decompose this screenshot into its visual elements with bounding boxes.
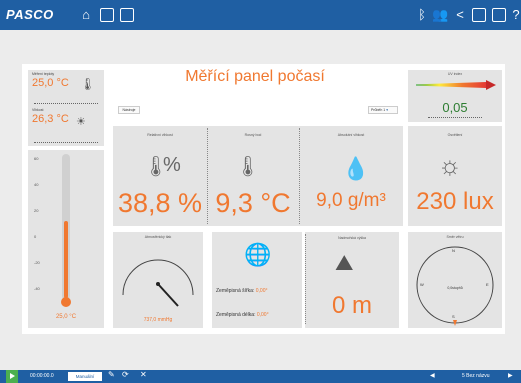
temp-value: 25,0 °C xyxy=(32,77,69,89)
abs-humidity-value: 9,0 g/m³ xyxy=(316,190,386,211)
home-icon[interactable]: ⌂ xyxy=(78,6,94,24)
dewpoint-icon: 🌡 xyxy=(235,156,261,178)
hum-label: Vlhkost xyxy=(32,108,44,112)
droplet-icon: 💧 xyxy=(342,156,370,181)
prev-page-icon[interactable]: ◀ xyxy=(430,372,435,379)
latitude-label: Zeměpisná šířka: xyxy=(216,288,255,294)
page-name: 5 Bez názvu xyxy=(462,373,490,379)
thermometer-value: 25,0 °C xyxy=(55,314,77,320)
pressure-gauge xyxy=(122,259,194,307)
document-icon[interactable] xyxy=(472,8,486,22)
percent-droplet-icon: % xyxy=(163,154,181,176)
divider xyxy=(34,103,98,104)
temperature-humidity-panel: Měření teploty 25,0 °C 🌡 Vlhkost 26,3 °C… xyxy=(28,70,104,146)
latitude-value: 0,00° xyxy=(255,288,268,294)
compass-ring xyxy=(416,246,494,324)
sun-icon: ☼ xyxy=(438,150,462,180)
gauge-hub xyxy=(156,282,160,286)
tools-button[interactable]: Nástroje xyxy=(118,106,140,114)
compass-heading-label: 0,0stupňů xyxy=(447,286,463,290)
thermometer-panel: 60 40 20 0 -20 -40 25,0 °C xyxy=(28,150,104,328)
uv-arrow-icon xyxy=(486,80,496,90)
play-icon xyxy=(10,373,15,379)
thermometer-tick-label: 20 xyxy=(34,208,39,213)
pressure-panel: Atmosférický tlak 737,0 mmHg xyxy=(113,232,203,328)
longitude-label: Zeměpisná délka: xyxy=(216,312,256,318)
hum-value: 26,3 °C xyxy=(32,113,69,125)
chevron-down-icon: ▾ xyxy=(386,108,388,112)
divider xyxy=(34,142,98,143)
globe-icon: 🌐 xyxy=(244,242,272,267)
app-logo: PASCO xyxy=(6,7,54,22)
wind-direction-panel: Směr větru N S W E 0,0stupňů xyxy=(408,232,502,328)
top-toolbar: PASCO ⌂ ᛒ 👥 < ? xyxy=(0,0,521,30)
thermometer-tick-label: 0 xyxy=(34,234,37,239)
sun-rain-icon: ☀ xyxy=(76,116,86,128)
light-label: Osvětlení xyxy=(447,133,463,137)
abs-humidity-label: Absolutní vlhkost xyxy=(337,133,365,137)
run-select-label: Průběh 1 xyxy=(371,108,386,112)
thermometer-bulb xyxy=(61,297,71,307)
page-title: Měřící panel počasí xyxy=(185,68,325,85)
uv-value: 0,05 xyxy=(442,100,468,115)
thermometer-tube xyxy=(62,154,70,300)
thermometer-fill xyxy=(64,221,68,298)
temp-label: Měření teploty xyxy=(32,72,55,76)
humidity-value: 38,8 % xyxy=(117,188,203,218)
divider xyxy=(428,117,482,118)
mode-button[interactable]: Manuální xyxy=(68,372,102,381)
thermometer-tick-label: -20 xyxy=(34,260,40,265)
humidity-label: Relativní vlhkost xyxy=(147,133,173,137)
next-page-icon[interactable]: ▶ xyxy=(508,372,513,379)
pressure-label: Atmosférický tlak xyxy=(144,235,172,239)
dewpoint-value: 9,3 °C xyxy=(215,188,291,218)
edit-icon[interactable]: ✎ xyxy=(108,370,115,379)
share-icon[interactable]: < xyxy=(452,6,468,24)
altitude-label: Nadmořská výška xyxy=(338,236,366,240)
help-icon[interactable]: ? xyxy=(508,6,521,24)
longitude-row: Zeměpisná délka: 0,00° xyxy=(216,312,269,318)
page-icon[interactable] xyxy=(100,8,114,22)
latitude-row: Zeměpisná šířka: 0,00° xyxy=(216,288,267,294)
bottom-toolbar: 00:00:00.0 Manuální ✎ ⟳ ✕ ◀ 5 Bez názvu … xyxy=(0,370,521,383)
longitude-value: 0,00° xyxy=(256,312,269,318)
altitude-value: 0 m xyxy=(331,292,372,319)
light-value: 230 lux xyxy=(416,188,494,215)
location-panel: 🌐 Zeměpisná šířka: 0,00° Zeměpisná délka… xyxy=(212,232,302,328)
gauge-arc xyxy=(122,259,194,296)
uv-label: UV index xyxy=(447,72,463,76)
thermometer-tick-label: 40 xyxy=(34,182,39,187)
play-button[interactable] xyxy=(6,370,18,383)
elapsed-time: 00:00:00.0 xyxy=(30,373,54,379)
users-icon[interactable]: 👥 xyxy=(432,6,448,24)
thermometer-tick-label: -40 xyxy=(34,286,40,291)
thermometer-wind-icon: 🌡 xyxy=(80,77,96,91)
run-select[interactable]: Průběh 1 ▾ xyxy=(368,106,398,114)
bluetooth-icon[interactable]: ᛒ xyxy=(414,6,430,24)
refresh-icon[interactable]: ⟳ xyxy=(122,370,129,379)
camera-icon[interactable] xyxy=(492,8,506,22)
export-icon[interactable] xyxy=(120,8,134,22)
compass-north: N xyxy=(452,248,455,253)
uv-panel: UV index 0,05 xyxy=(408,70,502,122)
close-icon[interactable]: ✕ xyxy=(140,370,147,379)
gauge-needle xyxy=(157,283,179,307)
dewpoint-label: Rosný bod xyxy=(244,133,262,137)
altitude-panel: Nadmořská výška ⛰ 0 m xyxy=(305,232,399,328)
compass-south: S xyxy=(452,314,455,319)
uv-gradient-bar xyxy=(416,82,486,88)
mountain-icon: ⛰ xyxy=(335,250,354,275)
thermometer-tick-label: 60 xyxy=(34,156,39,161)
pressure-value: 737,0 mmHg xyxy=(143,317,173,323)
